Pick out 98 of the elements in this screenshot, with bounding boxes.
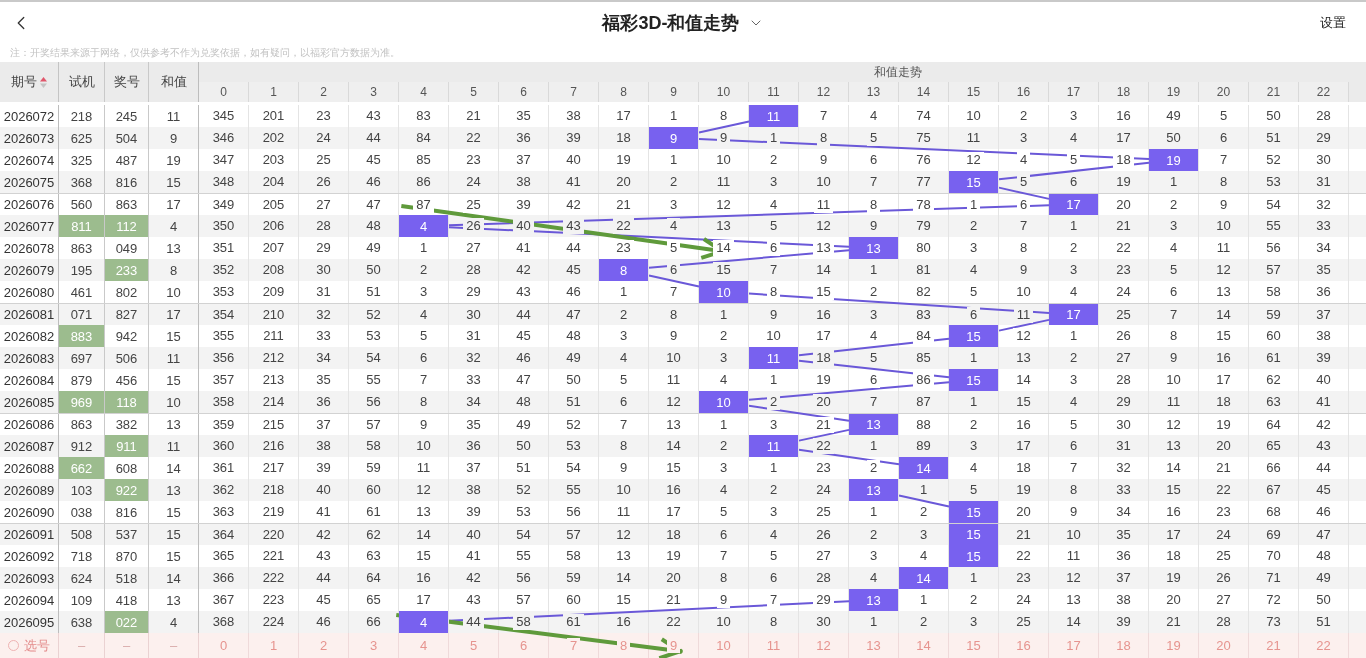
draw-number-cell: 118 <box>105 391 149 413</box>
column-header: 17 <box>1049 82 1099 102</box>
test-number-cell: 662 <box>59 457 105 479</box>
table-cell: 82 <box>899 281 949 303</box>
hit-cell: 13 <box>849 237 899 259</box>
number-pick-button[interactable]: 18 <box>1099 633 1149 658</box>
hit-cell: 8 <box>599 259 649 281</box>
column-header: 12 <box>799 82 849 102</box>
settings-button[interactable]: 设置 <box>1320 14 1346 32</box>
column-header: 21 <box>1249 82 1299 102</box>
empty-value: – <box>59 633 105 658</box>
column-header: 7 <box>549 82 599 102</box>
column-header: 1 <box>249 82 299 102</box>
empty-value: – <box>149 633 199 658</box>
table-cell: 19 <box>799 369 849 391</box>
hit-cell: 15 <box>949 545 999 567</box>
connector-line <box>798 428 850 442</box>
number-pick-button[interactable]: 3 <box>349 633 399 658</box>
column-header: 3 <box>349 82 399 102</box>
hit-cell: 15 <box>949 325 999 347</box>
hit-cell: 14 <box>899 457 949 479</box>
number-pick-button[interactable]: 0 <box>199 633 249 658</box>
column-header: 19 <box>1149 82 1199 102</box>
column-header: 试机 <box>59 62 105 102</box>
number-pick-button[interactable]: 16 <box>999 633 1049 658</box>
hit-cell: 11 <box>749 435 799 457</box>
column-header: 9 <box>649 82 699 102</box>
connector-line <box>698 120 750 134</box>
hit-cell: 13 <box>849 479 899 501</box>
column-header: 奖号 <box>105 62 149 102</box>
draw-number-cell: 112 <box>105 215 149 237</box>
hit-cell: 17 <box>1049 304 1099 325</box>
connector-line <box>998 186 1050 200</box>
column-header: 5 <box>449 82 499 102</box>
table-cell: 75 <box>899 127 949 149</box>
number-pick-button[interactable]: 11 <box>749 633 799 658</box>
number-pick-button[interactable]: 15 <box>949 633 999 658</box>
column-header: 0 <box>199 82 249 102</box>
hit-cell: 11 <box>749 347 799 369</box>
number-pick-button[interactable]: 5 <box>449 633 499 658</box>
draw-number-cell: 911 <box>105 435 149 457</box>
column-header: 6 <box>499 82 549 102</box>
number-pick-button[interactable]: 1 <box>249 633 299 658</box>
draw-number-cell: 922 <box>105 479 149 501</box>
draw-number-cell: 233 <box>105 259 149 281</box>
hit-cell: 14 <box>899 567 949 589</box>
connector-line <box>998 318 1050 332</box>
column-header: 15 <box>949 82 999 102</box>
empty-value: – <box>105 633 149 658</box>
column-header: 11 <box>749 82 799 102</box>
connector-line <box>648 274 700 288</box>
hit-cell: 19 <box>1149 149 1199 171</box>
column-header: 22 <box>1299 82 1349 102</box>
column-header: 13 <box>849 82 899 102</box>
hit-cell: 4 <box>399 215 449 237</box>
test-number-cell: 969 <box>59 391 105 413</box>
group-header: 和值走势 <box>874 63 922 81</box>
column-header: 20 <box>1199 82 1249 102</box>
column-header: 8 <box>599 82 649 102</box>
connector-line <box>898 494 950 508</box>
number-pick-button[interactable]: 21 <box>1249 633 1299 658</box>
column-header: 10 <box>699 82 749 102</box>
test-number-cell: 811 <box>59 215 105 237</box>
draw-number-cell: 022 <box>105 611 149 633</box>
number-pick-button[interactable]: 17 <box>1049 633 1099 658</box>
number-pick-button[interactable]: 22 <box>1299 633 1349 658</box>
number-pick-button[interactable]: 20 <box>1199 633 1249 658</box>
hit-cell: 9 <box>649 127 699 149</box>
hit-cell: 11 <box>749 105 799 127</box>
hit-cell: 13 <box>849 589 899 611</box>
number-pick-button[interactable]: 12 <box>799 633 849 658</box>
table-cell: 12 <box>699 194 749 215</box>
column-header: 2 <box>299 82 349 102</box>
number-pick-button[interactable]: 13 <box>849 633 899 658</box>
hit-cell: 15 <box>949 369 999 391</box>
sort-column-header[interactable]: 期号 <box>0 62 59 102</box>
column-header: 18 <box>1099 82 1149 102</box>
hit-cell: 4 <box>399 611 449 633</box>
number-pick-button[interactable]: 14 <box>899 633 949 658</box>
hit-cell: 15 <box>949 524 999 545</box>
pick-label: 选号 <box>24 636 50 655</box>
table-cell: 4 <box>649 215 699 237</box>
table-cell: 15 <box>599 589 649 611</box>
number-pick-button[interactable]: 10 <box>699 633 749 658</box>
column-header: 16 <box>999 82 1049 102</box>
test-number-cell: 883 <box>59 325 105 347</box>
hit-cell: 15 <box>949 171 999 193</box>
hit-cell: 10 <box>699 391 749 413</box>
hit-cell: 10 <box>699 281 749 303</box>
number-pick-button[interactable]: 19 <box>1149 633 1199 658</box>
number-pick-button[interactable]: 4 <box>399 633 449 658</box>
number-pick-button[interactable]: 2 <box>299 633 349 658</box>
hit-cell: 15 <box>949 501 999 523</box>
title-dropdown[interactable]: 福彩3D-和值走势 <box>602 11 764 35</box>
column-header: 4 <box>399 82 449 102</box>
hit-cell: 17 <box>1049 194 1099 215</box>
hit-cell: 13 <box>849 414 899 435</box>
column-header: 14 <box>899 82 949 102</box>
